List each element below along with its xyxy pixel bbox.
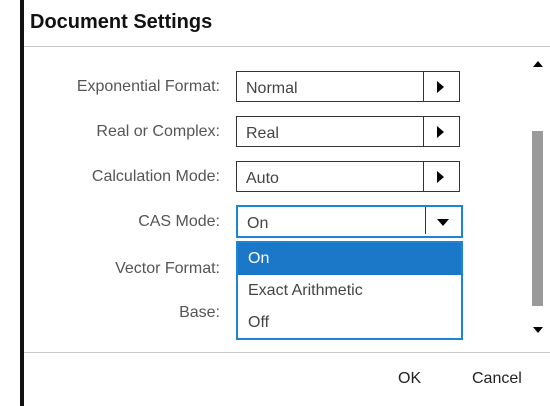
real-or-complex-arrow-button[interactable]: [423, 117, 459, 146]
chevron-right-icon: [437, 81, 444, 93]
cas-mode-label: CAS Mode:: [138, 213, 220, 230]
vertical-scrollbar[interactable]: [527, 55, 547, 341]
cancel-button[interactable]: Cancel: [472, 370, 522, 388]
exponential-format-arrow-button[interactable]: [423, 72, 459, 101]
chevron-down-icon: [437, 219, 449, 226]
ok-button[interactable]: OK: [398, 370, 421, 388]
calculation-mode-label: Calculation Mode:: [91, 168, 220, 185]
cas-mode-dropdown-button[interactable]: [425, 207, 461, 234]
dialog-title: Document Settings: [30, 11, 213, 33]
option-off[interactable]: Off: [238, 307, 461, 339]
title-divider: [24, 46, 550, 47]
calculation-mode-arrow-button[interactable]: [423, 162, 459, 191]
calculation-mode-select[interactable]: Auto: [236, 161, 460, 192]
calculation-mode-value: Auto: [246, 170, 279, 187]
left-border: [20, 0, 24, 406]
vector-format-label: Vector Format:: [115, 260, 220, 277]
document-settings-dialog: Document Settings Exponential Format: No…: [0, 0, 550, 406]
scroll-down-icon[interactable]: [533, 327, 543, 333]
cas-mode-value: On: [247, 215, 269, 232]
real-or-complex-select[interactable]: Real: [236, 116, 460, 147]
exponential-format-value: Normal: [246, 80, 298, 97]
option-on[interactable]: On: [238, 243, 461, 275]
option-exact-arithmetic-label: Exact Arithmetic: [248, 282, 363, 299]
option-on-label: On: [248, 250, 270, 267]
real-or-complex-label: Real or Complex:: [96, 123, 220, 140]
scrollbar-thumb[interactable]: [532, 131, 543, 306]
exponential-format-select[interactable]: Normal: [236, 71, 460, 102]
scroll-up-icon[interactable]: [533, 61, 543, 67]
footer-divider: [24, 352, 550, 353]
real-or-complex-value: Real: [246, 125, 279, 142]
option-off-label: Off: [248, 314, 270, 331]
chevron-right-icon: [437, 171, 444, 183]
exponential-format-label: Exponential Format:: [76, 78, 220, 95]
cas-mode-select[interactable]: On: [236, 205, 463, 238]
cas-mode-dropdown-list: On Exact Arithmetic Off: [236, 241, 463, 340]
base-label: Base:: [179, 304, 220, 321]
chevron-right-icon: [437, 126, 444, 138]
option-exact-arithmetic[interactable]: Exact Arithmetic: [238, 275, 461, 307]
